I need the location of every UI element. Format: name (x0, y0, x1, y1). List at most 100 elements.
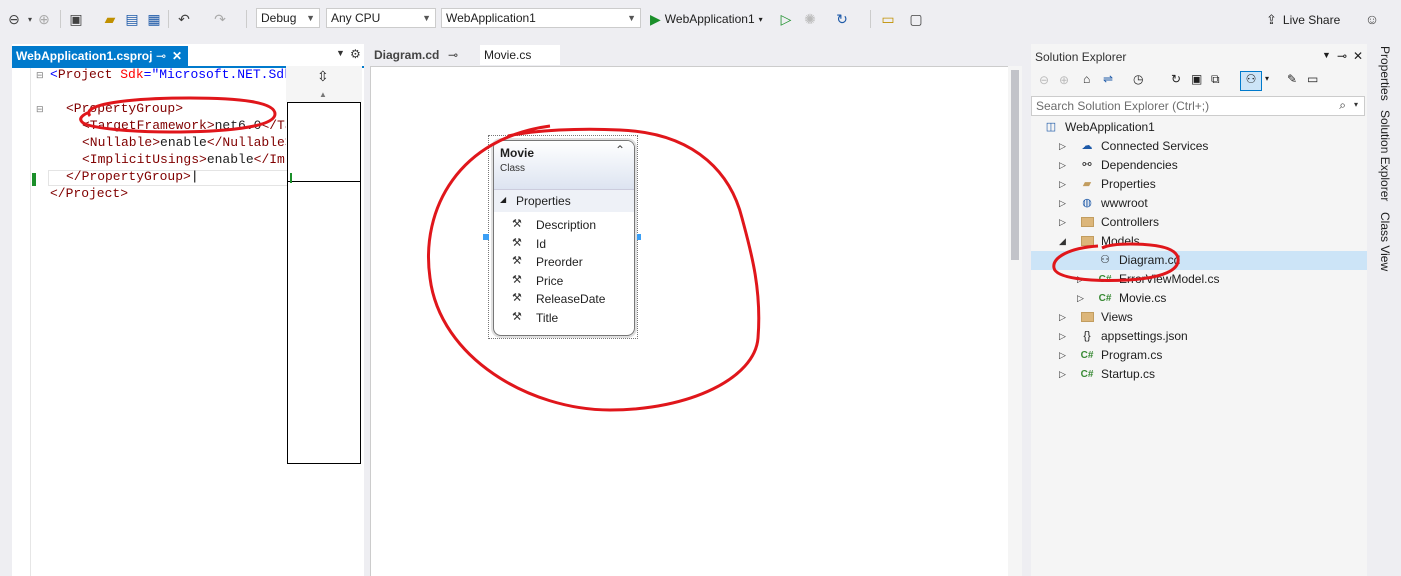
chevron-down-icon[interactable]: ▼ (1322, 50, 1331, 60)
tab-solution-explorer[interactable]: Solution Explorer (1378, 110, 1392, 201)
tab-movie-cs[interactable]: Movie.cs (480, 45, 560, 65)
connected-services-icon: ☁ (1081, 140, 1093, 152)
configuration-dropdown[interactable]: Debug ▼ (256, 8, 320, 28)
expand-triangle-icon[interactable]: ▷ (1077, 289, 1087, 308)
tree-item[interactable]: ▷ Controllers (1031, 213, 1367, 232)
tree-item[interactable]: ▷ ◍ wwwroot (1031, 194, 1367, 213)
find-in-files-icon[interactable]: ▭ (878, 9, 898, 29)
collapse-icon[interactable]: ⊟ (36, 70, 44, 81)
open-folder-icon[interactable]: ▰ (100, 9, 120, 29)
feedback-icon[interactable]: ☺ (1362, 9, 1382, 29)
start-without-debugging-icon[interactable]: ▷ (776, 9, 796, 29)
start-debugging-button[interactable]: ▶ WebApplication1 ▾ (650, 10, 763, 28)
annotation-circle (427, 124, 761, 412)
change-marker (32, 173, 36, 186)
tree-item-label: wwwroot (1101, 196, 1148, 210)
new-project-icon[interactable]: ▣ (66, 9, 86, 29)
tree-item-label: Movie.cs (1119, 291, 1167, 305)
tree-item[interactable]: ▷ C# Movie.cs (1031, 289, 1367, 308)
expand-triangle-icon[interactable]: ▷ (1059, 175, 1069, 194)
save-all-icon[interactable]: ▦ (144, 9, 164, 29)
pin-icon[interactable]: ⊸ (156, 46, 166, 66)
scroll-up-icon[interactable]: ▲ (319, 90, 327, 99)
window-layout-icon[interactable]: ▢ (906, 9, 926, 29)
tab-diagram[interactable]: Diagram.cd ⊸ (370, 45, 480, 65)
tree-item[interactable]: ◫ WebApplication1 (1031, 118, 1367, 137)
tree-item[interactable]: ▷ C# Startup.cs (1031, 365, 1367, 384)
refresh-icon[interactable]: ↻ (832, 9, 852, 29)
left-tool-strip (0, 44, 12, 576)
hot-reload-icon[interactable]: ✺ (800, 9, 820, 29)
play-icon: ▶ (650, 10, 661, 27)
forward-icon[interactable]: ⊕ (34, 9, 54, 29)
redo-icon[interactable]: ↷ (210, 9, 230, 29)
folder-icon (1079, 309, 1095, 325)
solution-explorer-search[interactable]: Search Solution Explorer (Ctrl+;) ⌕ ▾ (1031, 96, 1365, 116)
diagram-scroll-thumb[interactable] (1011, 70, 1019, 260)
switch-views-icon[interactable]: ⇌ (1103, 72, 1113, 86)
close-icon[interactable]: ✕ (1353, 49, 1363, 63)
tree-item[interactable]: ▷ ☁ Connected Services (1031, 137, 1367, 156)
undo-icon[interactable]: ↶ (174, 9, 194, 29)
expand-triangle-icon[interactable]: ▷ (1059, 327, 1069, 346)
code-text[interactable]: <Project Sdk="Microsoft.NET.Sdk (50, 66, 286, 83)
csharp-file-icon: C# (1098, 293, 1112, 304)
tree-item-label: Views (1101, 310, 1133, 324)
live-share-button[interactable]: ⇪ Live Share (1266, 12, 1340, 28)
minimap[interactable] (287, 102, 361, 464)
tree-item[interactable]: ▷ ⚯ Dependencies (1031, 156, 1367, 175)
pin-icon[interactable]: ⊸ (448, 45, 458, 65)
expand-triangle-icon[interactable]: ▷ (1059, 346, 1069, 365)
tree-item-label: appsettings.json (1101, 329, 1188, 343)
home-icon[interactable]: ⌂ (1083, 72, 1090, 86)
collapse-all-icon[interactable]: ▣ (1191, 72, 1202, 86)
chevron-down-icon[interactable]: ▾ (1354, 100, 1358, 109)
sync-icon[interactable]: ↻ (1171, 72, 1181, 86)
tab-class-view[interactable]: Class View (1378, 212, 1392, 271)
dependencies-icon: ⚯ (1082, 159, 1092, 171)
tree-item[interactable]: ▷ {} appsettings.json (1031, 327, 1367, 346)
tree-item-label: WebApplication1 (1065, 120, 1155, 134)
expand-triangle-icon[interactable]: ▷ (1059, 194, 1069, 213)
annotation-circle (79, 96, 277, 134)
save-icon[interactable]: ▤ (122, 9, 142, 29)
split-icon[interactable]: ⇳ (317, 68, 329, 85)
tree-item[interactable]: ▷ Views (1031, 308, 1367, 327)
chevron-down-icon: ▾ (758, 14, 763, 24)
json-file-icon: {} (1083, 330, 1091, 342)
expand-triangle-icon[interactable]: ▷ (1059, 308, 1069, 327)
tree-item[interactable]: ▷ ▰ Properties (1031, 175, 1367, 194)
solution-explorer-toolbar: ⊖ ⊕ ⌂ ⇌ ◷ ↻ ▣ ⧉ ⚇ ▾ ✎ ▭ (1031, 68, 1367, 94)
code-project-close: </Project> (50, 186, 129, 201)
annotation-circle (1052, 242, 1180, 282)
preview-icon[interactable]: ▭ (1307, 72, 1318, 86)
csharp-file-icon: C# (1080, 369, 1094, 380)
properties-wrench-icon[interactable]: ✎ (1287, 72, 1297, 86)
tree-item-label: Controllers (1101, 215, 1160, 229)
forward-icon[interactable]: ⊕ (1059, 73, 1069, 87)
properties-folder-icon: ▰ (1082, 178, 1092, 190)
search-icon: ⌕ (1339, 98, 1346, 112)
class-diagram-toggle-icon[interactable]: ⚇ (1240, 71, 1262, 91)
collapse-icon[interactable]: ⊟ (36, 104, 44, 115)
expand-triangle-icon[interactable]: ▷ (1059, 213, 1069, 232)
tab-properties[interactable]: Properties (1378, 46, 1392, 101)
tree-item-label: Properties (1101, 177, 1156, 191)
pin-icon[interactable]: ⊸ (1337, 49, 1347, 63)
chevron-down-icon[interactable]: ▾ (1265, 74, 1269, 83)
back-icon[interactable]: ⊖ (1039, 73, 1049, 87)
platform-dropdown[interactable]: Any CPU ▼ (326, 8, 436, 28)
show-all-files-icon[interactable]: ⧉ (1211, 72, 1220, 87)
panel-title: Solution Explorer (1035, 50, 1127, 64)
chevron-down-icon: ▼ (422, 13, 431, 23)
startup-project-dropdown[interactable]: WebApplication1 ▼ (441, 8, 641, 28)
gear-icon[interactable]: ⚙ (350, 47, 361, 61)
close-icon[interactable]: ✕ (172, 46, 182, 66)
tree-item[interactable]: ▷ C# Program.cs (1031, 346, 1367, 365)
expand-triangle-icon[interactable]: ▷ (1059, 365, 1069, 384)
expand-triangle-icon[interactable]: ▷ (1059, 137, 1069, 156)
chevron-down-icon[interactable]: ▼ (336, 48, 345, 58)
tab-csproj[interactable]: WebApplication1.csproj ⊸ ✕ (12, 46, 188, 66)
pending-changes-icon[interactable]: ◷ (1133, 72, 1143, 86)
expand-triangle-icon[interactable]: ▷ (1059, 156, 1069, 175)
